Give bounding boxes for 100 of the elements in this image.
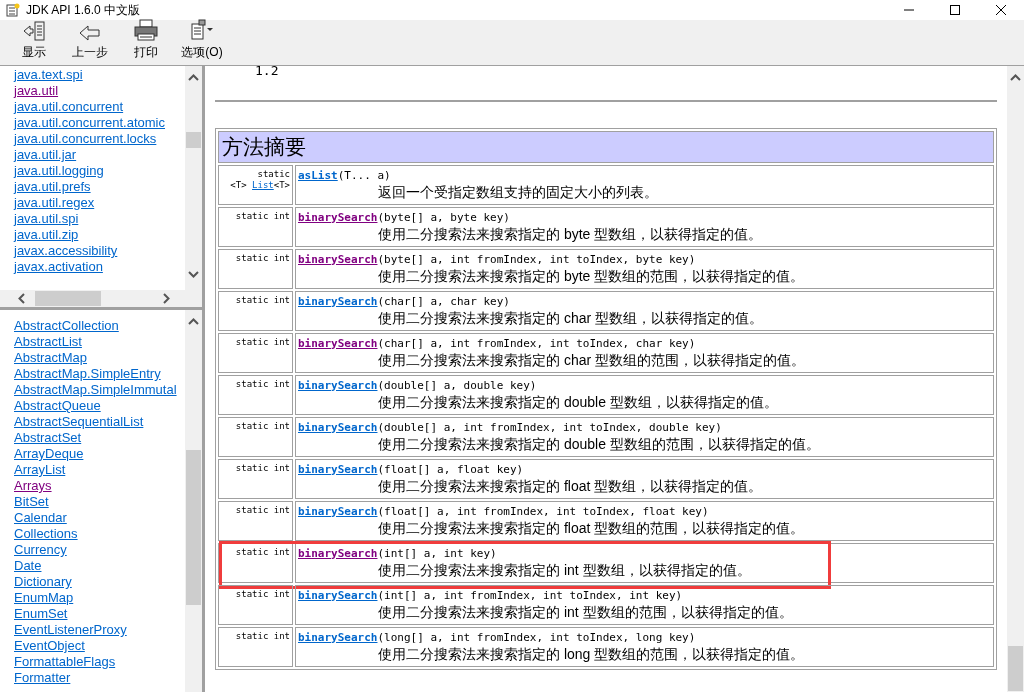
method-description: 使用二分搜索法来搜索指定的 char 型数组的范围，以获得指定的值。 — [377, 351, 806, 369]
method-description: 使用二分搜索法来搜索指定的 float 型数组的范围，以获得指定的值。 — [377, 519, 806, 537]
nav-link[interactable]: java.util.prefs — [14, 179, 181, 195]
method-parameters: (float[] a, int fromIndex, int toIndex, float key) — [377, 505, 709, 518]
method-description: 使用二分搜索法来搜索指定的 int 型数组的范围，以获得指定的值。 — [377, 603, 794, 621]
nav-link[interactable]: java.util.spi — [14, 211, 181, 227]
nav-link[interactable]: EventListenerProxy — [14, 622, 185, 638]
toolbar-button[interactable]: 打印 — [120, 19, 172, 61]
method-link[interactable]: binarySearch — [298, 505, 378, 518]
method-link[interactable]: binarySearch — [298, 589, 378, 602]
toolbar-button[interactable]: 上一步 — [64, 25, 116, 61]
nav-link[interactable]: Date — [14, 558, 185, 574]
method-description: 使用二分搜索法来搜索指定的 char 型数组，以获得指定的值。 — [377, 309, 764, 327]
method-link[interactable]: binarySearch — [298, 463, 378, 476]
pane-icon — [22, 21, 46, 41]
method-link[interactable]: asList — [298, 169, 338, 182]
nav-link[interactable]: FormattableFlags — [14, 654, 185, 670]
method-link[interactable]: binarySearch — [298, 295, 378, 308]
method-link[interactable]: binarySearch — [298, 253, 378, 266]
method-description: 使用二分搜索法来搜索指定的 long 型数组的范围，以获得指定的值。 — [377, 645, 806, 663]
return-type: static int — [234, 253, 290, 264]
close-icon — [996, 5, 1006, 15]
window-title: JDK API 1.6.0 中文版 — [26, 2, 141, 19]
method-link[interactable]: binarySearch — [298, 421, 378, 434]
scroll-up-icon[interactable] — [188, 74, 199, 81]
nav-link[interactable]: Arrays — [14, 478, 185, 494]
return-type: static int — [234, 379, 290, 390]
nav-link[interactable]: AbstractSequentialList — [14, 414, 185, 430]
nav-link[interactable]: AbstractCollection — [14, 318, 185, 334]
return-type: static — [256, 169, 290, 180]
nav-link[interactable]: AbstractMap — [14, 350, 185, 366]
method-description: 返回一个受指定数组支持的固定大小的列表。 — [377, 183, 659, 201]
nav-link[interactable]: ArrayList — [14, 462, 185, 478]
scrollbar-thumb[interactable] — [35, 291, 101, 306]
method-link[interactable]: binarySearch — [298, 337, 378, 350]
method-link[interactable]: binarySearch — [298, 211, 378, 224]
nav-link[interactable]: java.util.concurrent.locks — [14, 131, 181, 147]
nav-link[interactable]: java.text.spi — [14, 67, 181, 83]
nav-link[interactable]: Dictionary — [14, 574, 185, 590]
return-type: static int — [234, 547, 290, 558]
method-description: 使用二分搜索法来搜索指定的 double 型数组的范围，以获得指定的值。 — [377, 435, 821, 453]
scroll-up-icon[interactable] — [188, 318, 199, 325]
nav-link[interactable]: java.util.concurrent — [14, 99, 181, 115]
method-parameters: (long[] a, int fromIndex, int toIndex, long key) — [377, 631, 696, 644]
scroll-left-icon[interactable] — [18, 293, 25, 304]
nav-link[interactable]: ArrayDeque — [14, 446, 185, 462]
nav-link[interactable]: AbstractMap.SimpleImmutal — [14, 382, 185, 398]
type-parameter: <T> — [230, 180, 247, 190]
method-link[interactable]: binarySearch — [298, 547, 378, 560]
method-parameters: (double[] a, int fromIndex, int toIndex, double key) — [377, 421, 722, 434]
nav-link[interactable]: Calendar — [14, 510, 185, 526]
maximize-icon — [950, 5, 960, 15]
section-header: 方法摘要 — [218, 131, 994, 163]
method-link[interactable]: binarySearch — [298, 379, 378, 392]
nav-link[interactable]: java.util.zip — [14, 227, 181, 243]
nav-link[interactable]: EnumMap — [14, 590, 185, 606]
back-arrow-icon — [79, 25, 101, 41]
return-type: static int — [234, 421, 290, 432]
method-description: 使用二分搜索法来搜索指定的 double 型数组，以获得指定的值。 — [377, 393, 779, 411]
nav-link[interactable]: EnumSet — [14, 606, 185, 622]
nav-link[interactable]: Collections — [14, 526, 185, 542]
nav-link[interactable]: BitSet — [14, 494, 185, 510]
method-parameters: (char[] a, char key) — [377, 295, 510, 308]
app-icon — [6, 3, 20, 17]
type-link[interactable]: List — [252, 180, 274, 190]
return-type: static int — [234, 295, 290, 306]
scrollbar-thumb[interactable] — [186, 132, 201, 148]
since-version: 1.2 — [254, 66, 280, 76]
nav-link[interactable]: EventObject — [14, 638, 185, 654]
scrollbar-thumb[interactable] — [186, 450, 201, 605]
toolbar-button[interactable]: 显示 — [8, 21, 60, 61]
nav-link[interactable]: java.util.logging — [14, 163, 181, 179]
method-parameters: (float[] a, float key) — [377, 463, 524, 476]
method-parameters: (byte[] a, int fromIndex, int toIndex, byte key) — [377, 253, 696, 266]
scroll-up-icon[interactable] — [1010, 74, 1021, 81]
nav-link[interactable]: javax.activation — [14, 259, 181, 275]
nav-link[interactable]: Formatter — [14, 670, 185, 686]
nav-link[interactable]: javax.accessibility — [14, 243, 181, 259]
scroll-down-icon[interactable] — [188, 271, 199, 278]
nav-link[interactable]: AbstractQueue — [14, 398, 185, 414]
return-type: static int — [234, 505, 290, 516]
nav-link[interactable]: java.util.regex — [14, 195, 181, 211]
toolbar-button[interactable]: 选项(O) — [176, 19, 228, 61]
method-description: 使用二分搜索法来搜索指定的 int 型数组，以获得指定的值。 — [377, 561, 752, 579]
return-type: static int — [234, 463, 290, 474]
nav-link[interactable]: java.util.concurrent.atomic — [14, 115, 181, 131]
method-parameters: (int[] a, int key) — [377, 547, 497, 560]
method-parameters: (byte[] a, byte key) — [377, 211, 510, 224]
scroll-right-icon[interactable] — [163, 293, 170, 304]
method-link[interactable]: binarySearch — [298, 631, 378, 644]
nav-link[interactable]: AbstractMap.SimpleEntry — [14, 366, 185, 382]
nav-link[interactable]: AbstractSet — [14, 430, 185, 446]
nav-link[interactable]: Currency — [14, 542, 185, 558]
method-parameters: (int[] a, int fromIndex, int toIndex, int key) — [377, 589, 683, 602]
method-parameters: (double[] a, double key) — [377, 379, 537, 392]
nav-link[interactable]: java.util.jar — [14, 147, 181, 163]
nav-link[interactable]: AbstractList — [14, 334, 185, 350]
scrollbar-thumb[interactable] — [1008, 646, 1023, 691]
nav-link[interactable]: java.util — [14, 83, 181, 99]
return-type: static int — [234, 337, 290, 348]
